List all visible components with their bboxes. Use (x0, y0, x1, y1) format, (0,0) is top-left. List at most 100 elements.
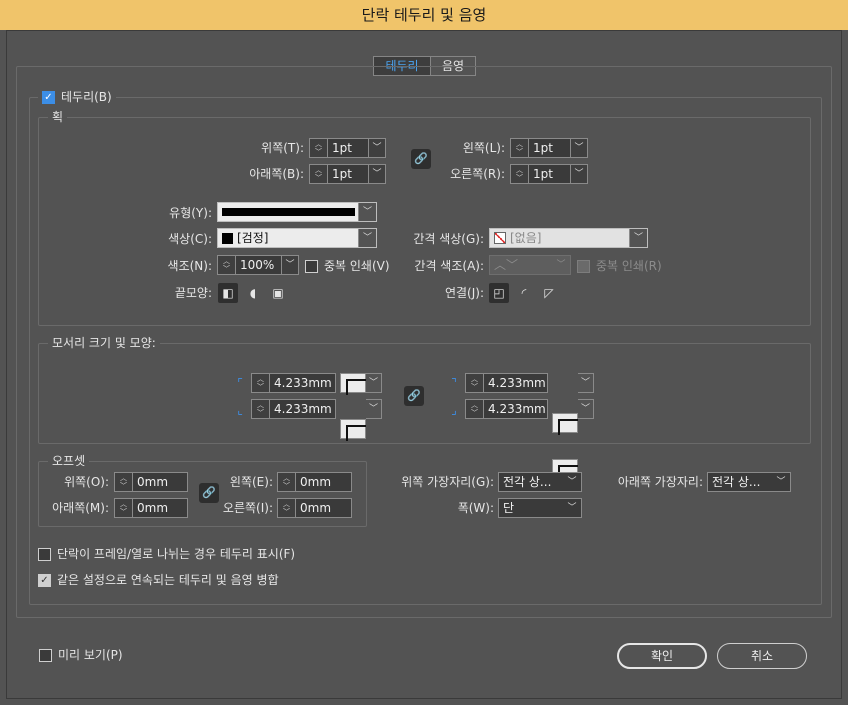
stepper-arrows[interactable]: ︿ ﹀ (511, 165, 529, 183)
corner-top-left-value[interactable]: 4.233mm (270, 374, 335, 392)
chevron-down-icon[interactable]: ﹀ (629, 229, 647, 247)
offset-left-value[interactable]: 0mm (296, 473, 351, 491)
bottom-right-corner-icon: ⌟ (451, 403, 457, 417)
stroke-right-stepper[interactable]: ︿ ﹀ 1pt ﹀ (510, 164, 588, 184)
offset-right-stepper[interactable]: ︿ ﹀ 0mm (277, 498, 352, 518)
stroke-top-stepper[interactable]: ︿ ﹀ 1pt ﹀ (309, 138, 386, 158)
chevron-down-icon[interactable]: ﹀ (570, 165, 587, 183)
split-border-checkbox[interactable]: 단락이 프레임/열로 나뉘는 경우 테두리 표시(F) (38, 545, 295, 563)
chevron-down-icon[interactable]: ﹀ (578, 373, 594, 393)
split-border-label: 단락이 프레임/열로 나뉘는 경우 테두리 표시(F) (57, 547, 296, 561)
round-join-icon[interactable]: ◜ (514, 283, 534, 303)
chevron-down-icon[interactable]: ﹀ (358, 203, 376, 221)
overprint-checkbox-box[interactable] (305, 259, 318, 273)
stepper-arrows[interactable]: ︿ ﹀ (310, 139, 328, 157)
width-dropdown[interactable]: 단 ﹀ (498, 498, 582, 518)
ok-button[interactable]: 확인 (617, 643, 707, 669)
corner-bottom-left-stepper[interactable]: ︿ ﹀ 4.233mm (251, 399, 336, 419)
offset-left-stepper[interactable]: ︿ ﹀ 0mm (277, 472, 352, 492)
stepper-arrows[interactable]: ︿ ﹀ (115, 499, 133, 517)
offset-top-value[interactable]: 0mm (133, 473, 187, 491)
stepper-arrows[interactable]: ︿ ﹀ (218, 256, 236, 274)
stroke-top-value[interactable]: 1pt (328, 139, 368, 157)
offset-bottom-stepper[interactable]: ︿ ﹀ 0mm (114, 498, 188, 518)
chevron-down-icon[interactable]: ﹀ (358, 229, 376, 247)
chevron-down-icon[interactable]: ﹀ (563, 499, 581, 517)
corner-top-right-value[interactable]: 4.233mm (484, 374, 547, 392)
stepper-arrows[interactable]: ︿ ﹀ (310, 165, 328, 183)
offset-right-value[interactable]: 0mm (296, 499, 351, 517)
stroke-type-preview (218, 203, 358, 221)
chevron-down-icon[interactable]: ﹀ (552, 256, 570, 274)
color-swatch (222, 232, 233, 244)
chevron-down-icon[interactable]: ﹀ (281, 256, 298, 274)
corner-bottom-right-value[interactable]: 4.233mm (484, 400, 547, 418)
merge-border-checkbox-box[interactable]: ✓ (38, 573, 51, 587)
bottom-edge-dropdown[interactable]: 전각 상... ﹀ (707, 472, 791, 492)
corner-top-right-stepper[interactable]: ︿ ﹀ 4.233mm (465, 373, 548, 393)
stepper-arrows[interactable]: ︿ ﹀ (252, 400, 270, 418)
stroke-tint-value[interactable]: 100% (236, 256, 281, 274)
join-label: 연결(J): (444, 286, 484, 300)
stepper-arrows[interactable]: ︿ ﹀ (466, 400, 484, 418)
merge-border-checkbox[interactable]: ✓ 같은 설정으로 연속되는 테두리 및 음영 병합 (38, 571, 279, 589)
round-cap-icon[interactable]: ◖ (243, 283, 263, 303)
link-icon[interactable]: 🔗 (411, 149, 431, 169)
corner-bottom-left-value[interactable]: 4.233mm (270, 400, 335, 418)
stroke-type-dropdown[interactable]: ﹀ (217, 202, 377, 222)
stepper-arrows[interactable]: ︿ ﹀ (115, 473, 133, 491)
preview-checkbox[interactable]: 미리 보기(P) (39, 646, 123, 664)
link-icon[interactable]: 🔗 (199, 483, 219, 503)
corner-bottom-right-stepper[interactable]: ︿ ﹀ 4.233mm (465, 399, 548, 419)
stepper-arrows[interactable]: ︿ ﹀ (252, 374, 270, 392)
miter-join-icon[interactable]: ◰ (489, 283, 509, 303)
stepper-arrows[interactable]: ︿ ﹀ (511, 139, 529, 157)
split-border-checkbox-box[interactable] (38, 547, 51, 561)
chevron-down-icon[interactable]: ﹀ (368, 139, 385, 157)
stepper-arrows: ︿﹀ (494, 258, 519, 272)
cancel-button[interactable]: 취소 (717, 643, 807, 669)
gap-color-label: 간격 색상(G): (413, 232, 484, 246)
chevron-down-icon[interactable]: ﹀ (772, 473, 790, 491)
stroke-right-value[interactable]: 1pt (529, 165, 570, 183)
stepper-arrows[interactable]: ︿ ﹀ (278, 473, 296, 491)
bevel-join-icon[interactable]: ◸ (539, 283, 559, 303)
gap-tint-stepper[interactable]: ︿﹀ ﹀ (489, 255, 571, 275)
chevron-down-icon[interactable]: ﹀ (570, 139, 587, 157)
corners-group-label: 모서리 크기 및 모양: (48, 334, 160, 352)
corner-top-left-stepper[interactable]: ︿ ﹀ 4.233mm (251, 373, 336, 393)
gap-overprint-checkbox[interactable]: 중복 인쇄(R) (577, 257, 662, 275)
stroke-color-dropdown[interactable]: [검정] ﹀ (217, 228, 377, 248)
stroke-left-value[interactable]: 1pt (529, 139, 570, 157)
border-checkbox-box[interactable]: ✓ (42, 90, 55, 104)
border-checkbox-label: 테두리(B) (61, 90, 112, 104)
stroke-bottom-stepper[interactable]: ︿ ﹀ 1pt ﹀ (309, 164, 386, 184)
stroke-left-stepper[interactable]: ︿ ﹀ 1pt ﹀ (510, 138, 588, 158)
top-left-corner-icon: ⌜ (237, 376, 243, 390)
projecting-cap-icon[interactable]: ▣ (268, 283, 288, 303)
stroke-bottom-value[interactable]: 1pt (328, 165, 368, 183)
chevron-down-icon[interactable]: ﹀ (368, 165, 385, 183)
bottom-left-corner-icon: ⌞ (237, 403, 243, 417)
chevron-down-icon[interactable]: ﹀ (366, 373, 382, 393)
chevron-down-icon[interactable]: ﹀ (563, 473, 581, 491)
top-edge-dropdown[interactable]: 전각 상... ﹀ (498, 472, 582, 492)
offset-top-stepper[interactable]: ︿ ﹀ 0mm (114, 472, 188, 492)
border-checkbox[interactable]: ✓ 테두리(B) (38, 88, 116, 106)
preview-checkbox-box[interactable] (39, 648, 52, 662)
offset-bottom-value[interactable]: 0mm (133, 499, 187, 517)
stepper-arrows[interactable]: ︿ ﹀ (278, 499, 296, 517)
corner-shape-swatch[interactable] (340, 373, 366, 395)
gap-overprint-checkbox-box[interactable] (577, 259, 590, 273)
stepper-arrows[interactable]: ︿ ﹀ (466, 374, 484, 392)
stroke-left-label: 왼쪽(L): (462, 141, 505, 155)
corner-shape-swatch[interactable] (552, 413, 578, 435)
chevron-down-icon[interactable]: ﹀ (366, 399, 382, 419)
chevron-down-icon[interactable]: ﹀ (578, 399, 594, 419)
overprint-checkbox[interactable]: 중복 인쇄(V) (305, 257, 390, 275)
butt-cap-icon[interactable]: ◧ (218, 283, 238, 303)
corner-shape-swatch[interactable] (340, 419, 366, 441)
gap-color-dropdown[interactable]: [없음] ﹀ (489, 228, 648, 248)
stroke-tint-stepper[interactable]: ︿ ﹀ 100% ﹀ (217, 255, 299, 275)
link-icon[interactable]: 🔗 (404, 386, 424, 406)
